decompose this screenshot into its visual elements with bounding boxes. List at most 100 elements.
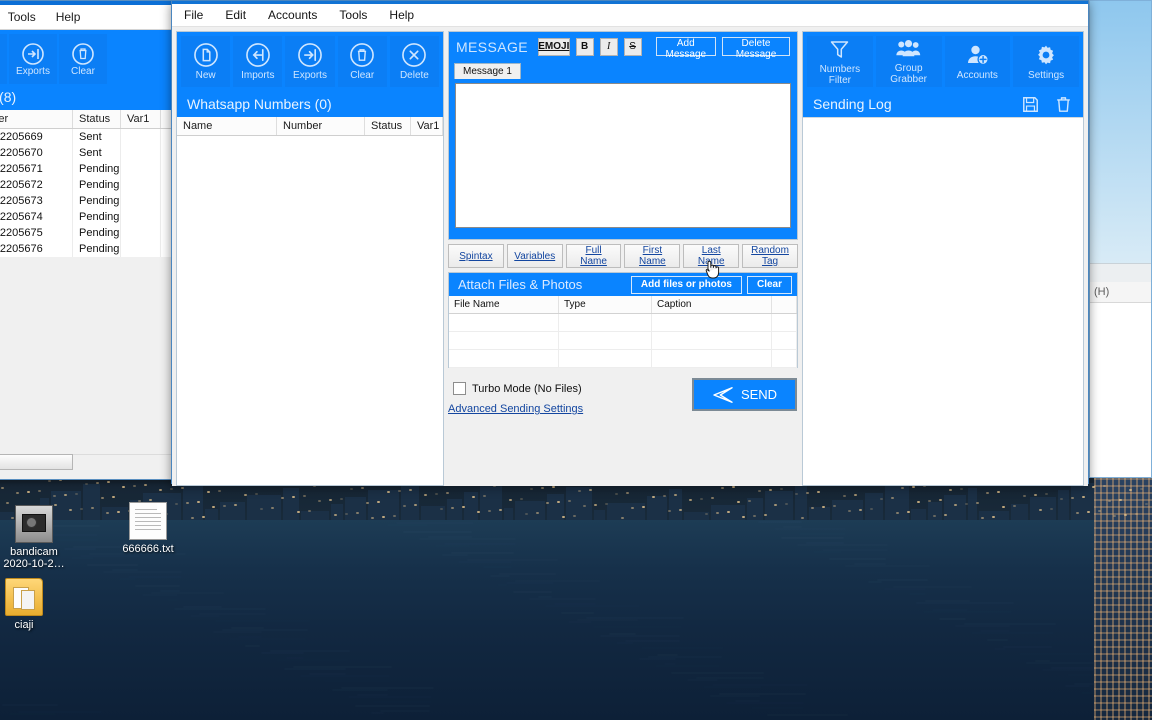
city-light [1071, 497, 1074, 499]
attachment-row[interactable] [449, 332, 797, 350]
col-number: Number [277, 117, 365, 135]
bg-tool-exports[interactable]: Exports [9, 34, 57, 84]
bg-table-row[interactable]: +60102205669Sent [0, 129, 181, 145]
sliver-upper-area [1090, 1, 1151, 263]
delete-button[interactable]: Delete [389, 36, 440, 87]
bg-window-toolbar[interactable]: Imports Exports Clear [0, 30, 181, 84]
bold-button[interactable]: B [575, 37, 594, 56]
water-ripple [142, 594, 178, 596]
menu-item-help[interactable]: Help [389, 8, 414, 22]
city-light [435, 493, 438, 495]
new-button[interactable]: New [181, 36, 231, 87]
send-paper-plane-icon [713, 386, 733, 403]
menu-item-edit[interactable]: Edit [225, 8, 246, 22]
emoji-button[interactable]: EMOJI [538, 37, 570, 56]
water-ripple [799, 533, 846, 535]
bg-window-menubar[interactable]: t Accounts Tools Help [0, 5, 181, 30]
col-type: Type [559, 296, 652, 313]
turbo-mode-row[interactable]: Turbo Mode (No Files) [453, 382, 582, 395]
water-ripple [245, 645, 260, 647]
settings-button[interactable]: Settings [1013, 36, 1079, 87]
trash-icon [72, 42, 94, 65]
background-sender-window[interactable]: t Accounts Tools Help Imports Exports Cl… [0, 0, 182, 480]
delete-message-button[interactable]: Delete Message [721, 37, 791, 60]
whatsapp-bulk-sender-window[interactable]: File Edit Accounts Tools Help New Import… [171, 0, 1089, 486]
city-light [1124, 514, 1127, 516]
numbers-filter-button[interactable]: Numbers Filter [807, 36, 873, 87]
italic-button[interactable]: I [599, 37, 618, 56]
last-name-button[interactable]: Last Name [683, 244, 740, 268]
menu-item-tools[interactable]: Tools [339, 8, 367, 22]
bg-menu-item-tools[interactable]: Tools [8, 10, 36, 24]
bg-table-row[interactable]: +60102205675Pending [0, 225, 181, 241]
full-name-button[interactable]: Full Name [565, 244, 622, 268]
city-light [472, 496, 475, 498]
water-ripple [355, 705, 430, 707]
background-window-right-sliver[interactable]: (H) [1089, 0, 1152, 478]
city-light [1076, 512, 1079, 514]
tool-label: Imports [241, 70, 275, 81]
clear-button[interactable]: Clear [337, 36, 387, 87]
numbers-toolbar: New Imports Exports Clear Delete [177, 32, 443, 91]
bg-tool-imports[interactable]: Imports [0, 34, 7, 84]
sending-log-body[interactable] [803, 117, 1083, 485]
city-light [75, 493, 78, 495]
bg-table-row[interactable]: +60102205670Sent [0, 145, 181, 161]
tab-message-1[interactable]: Message 1 [454, 63, 521, 79]
message-textarea[interactable] [455, 83, 791, 228]
water-ripple [490, 575, 510, 577]
bg-table-row[interactable]: +60102205674Pending [0, 209, 181, 225]
app-menubar[interactable]: File Edit Accounts Tools Help [172, 4, 1088, 27]
exports-button[interactable]: Exports [285, 36, 335, 87]
save-icon[interactable] [1021, 95, 1040, 114]
city-light [939, 499, 942, 501]
bg-menu-item-help[interactable]: Help [56, 10, 81, 24]
tool-label: Exports [293, 70, 327, 81]
attachment-row[interactable] [449, 314, 797, 332]
city-light [356, 512, 359, 514]
imports-button[interactable]: Imports [233, 36, 283, 87]
bg-table-row[interactable]: +60102205671Pending [0, 161, 181, 177]
numbers-table-body[interactable] [177, 136, 443, 485]
bg-cell-c-st: Pending [73, 177, 121, 193]
advanced-sending-settings-link[interactable]: Advanced Sending Settings [448, 403, 583, 415]
menu-item-accounts[interactable]: Accounts [268, 8, 317, 22]
variables-button[interactable]: Variables [506, 244, 563, 268]
trash-icon[interactable] [1054, 95, 1073, 114]
col-status: Status [365, 117, 411, 135]
city-light [271, 507, 274, 509]
clear-attachments-button[interactable]: Clear [746, 275, 792, 294]
random-tag-button[interactable]: Random Tag [742, 244, 798, 268]
accounts-button[interactable]: Accounts [944, 36, 1011, 87]
bg-scrollbar-thumb[interactable]: III [0, 454, 73, 470]
add-message-button[interactable]: Add Message [655, 37, 716, 60]
city-light [1050, 508, 1053, 510]
water-ripple [403, 531, 472, 533]
desktop-icon-666666-txt[interactable]: 666666.txt [110, 502, 186, 555]
group-grabber-button[interactable]: Group Grabber [875, 36, 942, 87]
water-ripple [215, 620, 310, 622]
water-ripple [728, 691, 762, 693]
bg-col-status: Status [73, 110, 121, 128]
desktop-icon-bandicam[interactable]: bandicam 2020-10-2… [0, 505, 72, 570]
first-name-button[interactable]: First Name [624, 244, 681, 268]
strikethrough-button[interactable]: S [623, 37, 642, 56]
add-files-or-photos-button[interactable]: Add files or photos [630, 275, 742, 294]
bg-tool-clear[interactable]: Clear [59, 34, 107, 84]
water-ripple [229, 638, 306, 640]
city-light [705, 513, 708, 515]
spintax-button[interactable]: Spintax [448, 244, 504, 268]
menu-item-file[interactable]: File [184, 8, 203, 22]
attachment-row[interactable] [449, 350, 797, 368]
bg-table-body[interactable]: +60102205669Sent+60102205670Sent+6010220… [0, 129, 181, 257]
desktop-icon-ciaji[interactable]: ciaji [0, 578, 62, 631]
bg-table-row[interactable]: +60102205676Pending [0, 241, 181, 257]
city-light [107, 481, 110, 483]
bg-table-row[interactable]: +60102205672Pending [0, 177, 181, 193]
bg-table-row[interactable]: +60102205673Pending [0, 193, 181, 209]
turbo-mode-checkbox[interactable] [453, 382, 466, 395]
city-light [398, 490, 401, 492]
attachments-table-body[interactable] [449, 314, 797, 368]
send-button[interactable]: SEND [692, 378, 797, 411]
city-light [716, 512, 719, 514]
